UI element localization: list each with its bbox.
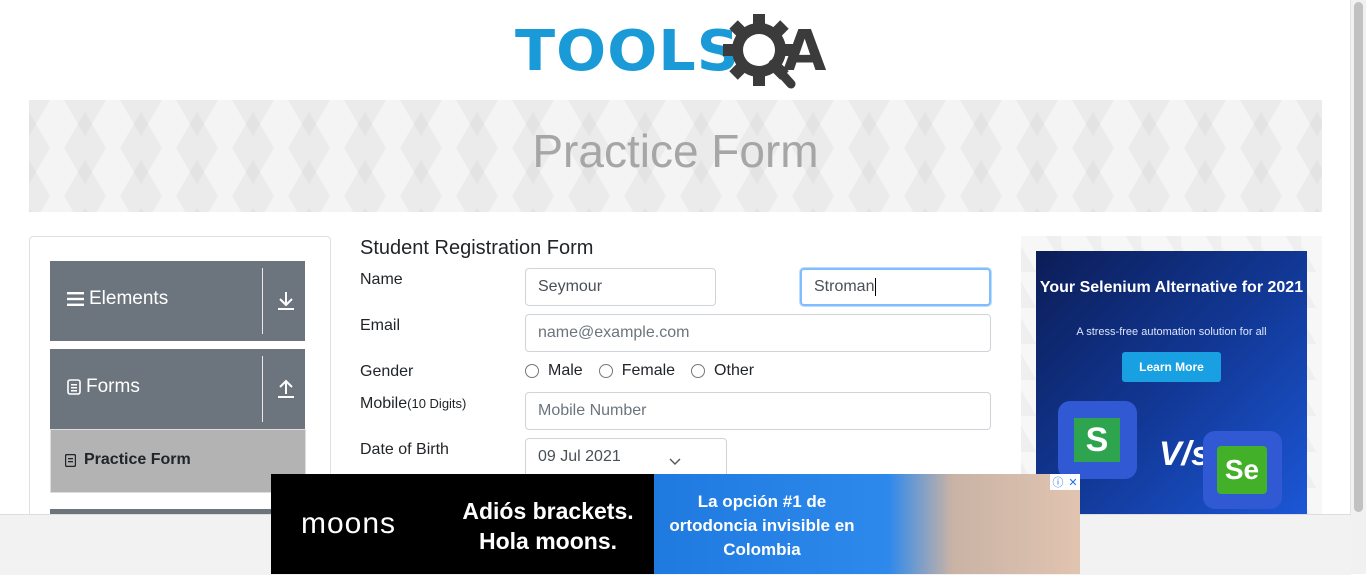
logo-letter-a: A <box>783 19 827 84</box>
logo-se-text: Se <box>1217 446 1267 494</box>
first-name-input[interactable]: Seymour <box>525 268 716 306</box>
mobile-input[interactable]: Mobile Number <box>525 392 991 430</box>
toolsqa-logo[interactable]: TOOLS A <box>515 14 840 90</box>
gender-label: Gender <box>360 363 414 380</box>
gender-radio-group: Male Female Other <box>525 362 762 380</box>
sidebar-item-label: Practice Form <box>84 451 191 468</box>
last-name-input[interactable]: Stroman <box>800 268 991 306</box>
info-icon[interactable]: ⓘ <box>1052 474 1063 490</box>
sidebar-group-forms[interactable]: Forms <box>50 349 305 429</box>
sidebar-group-elements[interactable]: Elements <box>50 261 305 341</box>
dob-value: 09 Jul 2021 <box>538 448 621 465</box>
upload-icon[interactable] <box>275 378 297 400</box>
chevron-down-icon <box>669 458 681 465</box>
mobile-label-text: Mobile <box>360 395 408 412</box>
ad-promo: La opción #1 de ortodoncia invisible en … <box>669 492 855 559</box>
sidebar-group-forms-label-wrap: Forms <box>67 349 140 425</box>
last-name-value: Stroman <box>814 278 875 295</box>
sidebar-group-elements-label-wrap: Elements <box>67 261 168 337</box>
sidebar-item-practice-form[interactable]: Practice Form <box>50 429 306 493</box>
page-title: Practice Form <box>532 125 819 177</box>
dob-input[interactable]: 09 Jul 2021 <box>525 438 727 478</box>
text-caret <box>875 277 877 296</box>
list-icon <box>67 292 84 306</box>
radio-label: Male <box>548 362 583 379</box>
divider <box>262 356 263 422</box>
mobile-hint: (10 Digits) <box>407 396 467 411</box>
bottom-ad[interactable]: moons Adiós brackets. Hola moons. La opc… <box>271 474 1080 574</box>
sidebar-item-label-wrap: Practice Form <box>65 430 191 490</box>
radio-circle[interactable] <box>525 364 539 378</box>
close-icon[interactable]: ✕ <box>1068 476 1077 489</box>
gender-radio-other[interactable]: Other <box>691 362 754 380</box>
logo-text: TOOLS <box>515 19 741 84</box>
sidebar-group-label: Forms <box>86 376 140 397</box>
download-icon[interactable] <box>275 290 297 312</box>
email-input[interactable]: name@example.com <box>525 314 991 352</box>
document-icon <box>65 453 76 467</box>
name-label: Name <box>360 271 403 288</box>
gender-radio-female[interactable]: Female <box>598 362 676 380</box>
email-label: Email <box>360 317 401 334</box>
learn-more-button[interactable]: Learn More <box>1122 352 1221 382</box>
selenium-logo-icon: Se <box>1203 431 1282 509</box>
ad-controls: ⓘ ✕ <box>1050 474 1080 490</box>
dob-label: Date of Birth <box>360 441 449 458</box>
logo-s-text: S <box>1074 418 1120 462</box>
ad-subline: A stress-free automation solution for al… <box>1076 326 1267 338</box>
divider <box>262 268 263 334</box>
radio-label: Female <box>621 362 676 379</box>
sidebar-group-label: Elements <box>89 288 169 309</box>
katalon-logo-icon: S <box>1058 401 1137 479</box>
page-banner: Practice Form <box>29 100 1322 212</box>
radio-circle[interactable] <box>598 364 613 378</box>
scrollbar-thumb[interactable] <box>1354 2 1363 512</box>
ad-message: Adiós brackets. Hola moons. <box>462 498 634 554</box>
form-title: Student Registration Form <box>360 237 594 259</box>
ad-headline: Your Selenium Alternative for 2021 <box>1039 279 1304 296</box>
page-scrollbar[interactable] <box>1350 0 1366 574</box>
document-icon <box>67 379 81 395</box>
gender-radio-male[interactable]: Male <box>525 362 583 380</box>
radio-label: Other <box>714 362 755 379</box>
mobile-label: Mobile(10 Digits) <box>360 394 466 414</box>
ad-brand: moons <box>301 507 397 540</box>
radio-circle[interactable] <box>691 364 706 378</box>
